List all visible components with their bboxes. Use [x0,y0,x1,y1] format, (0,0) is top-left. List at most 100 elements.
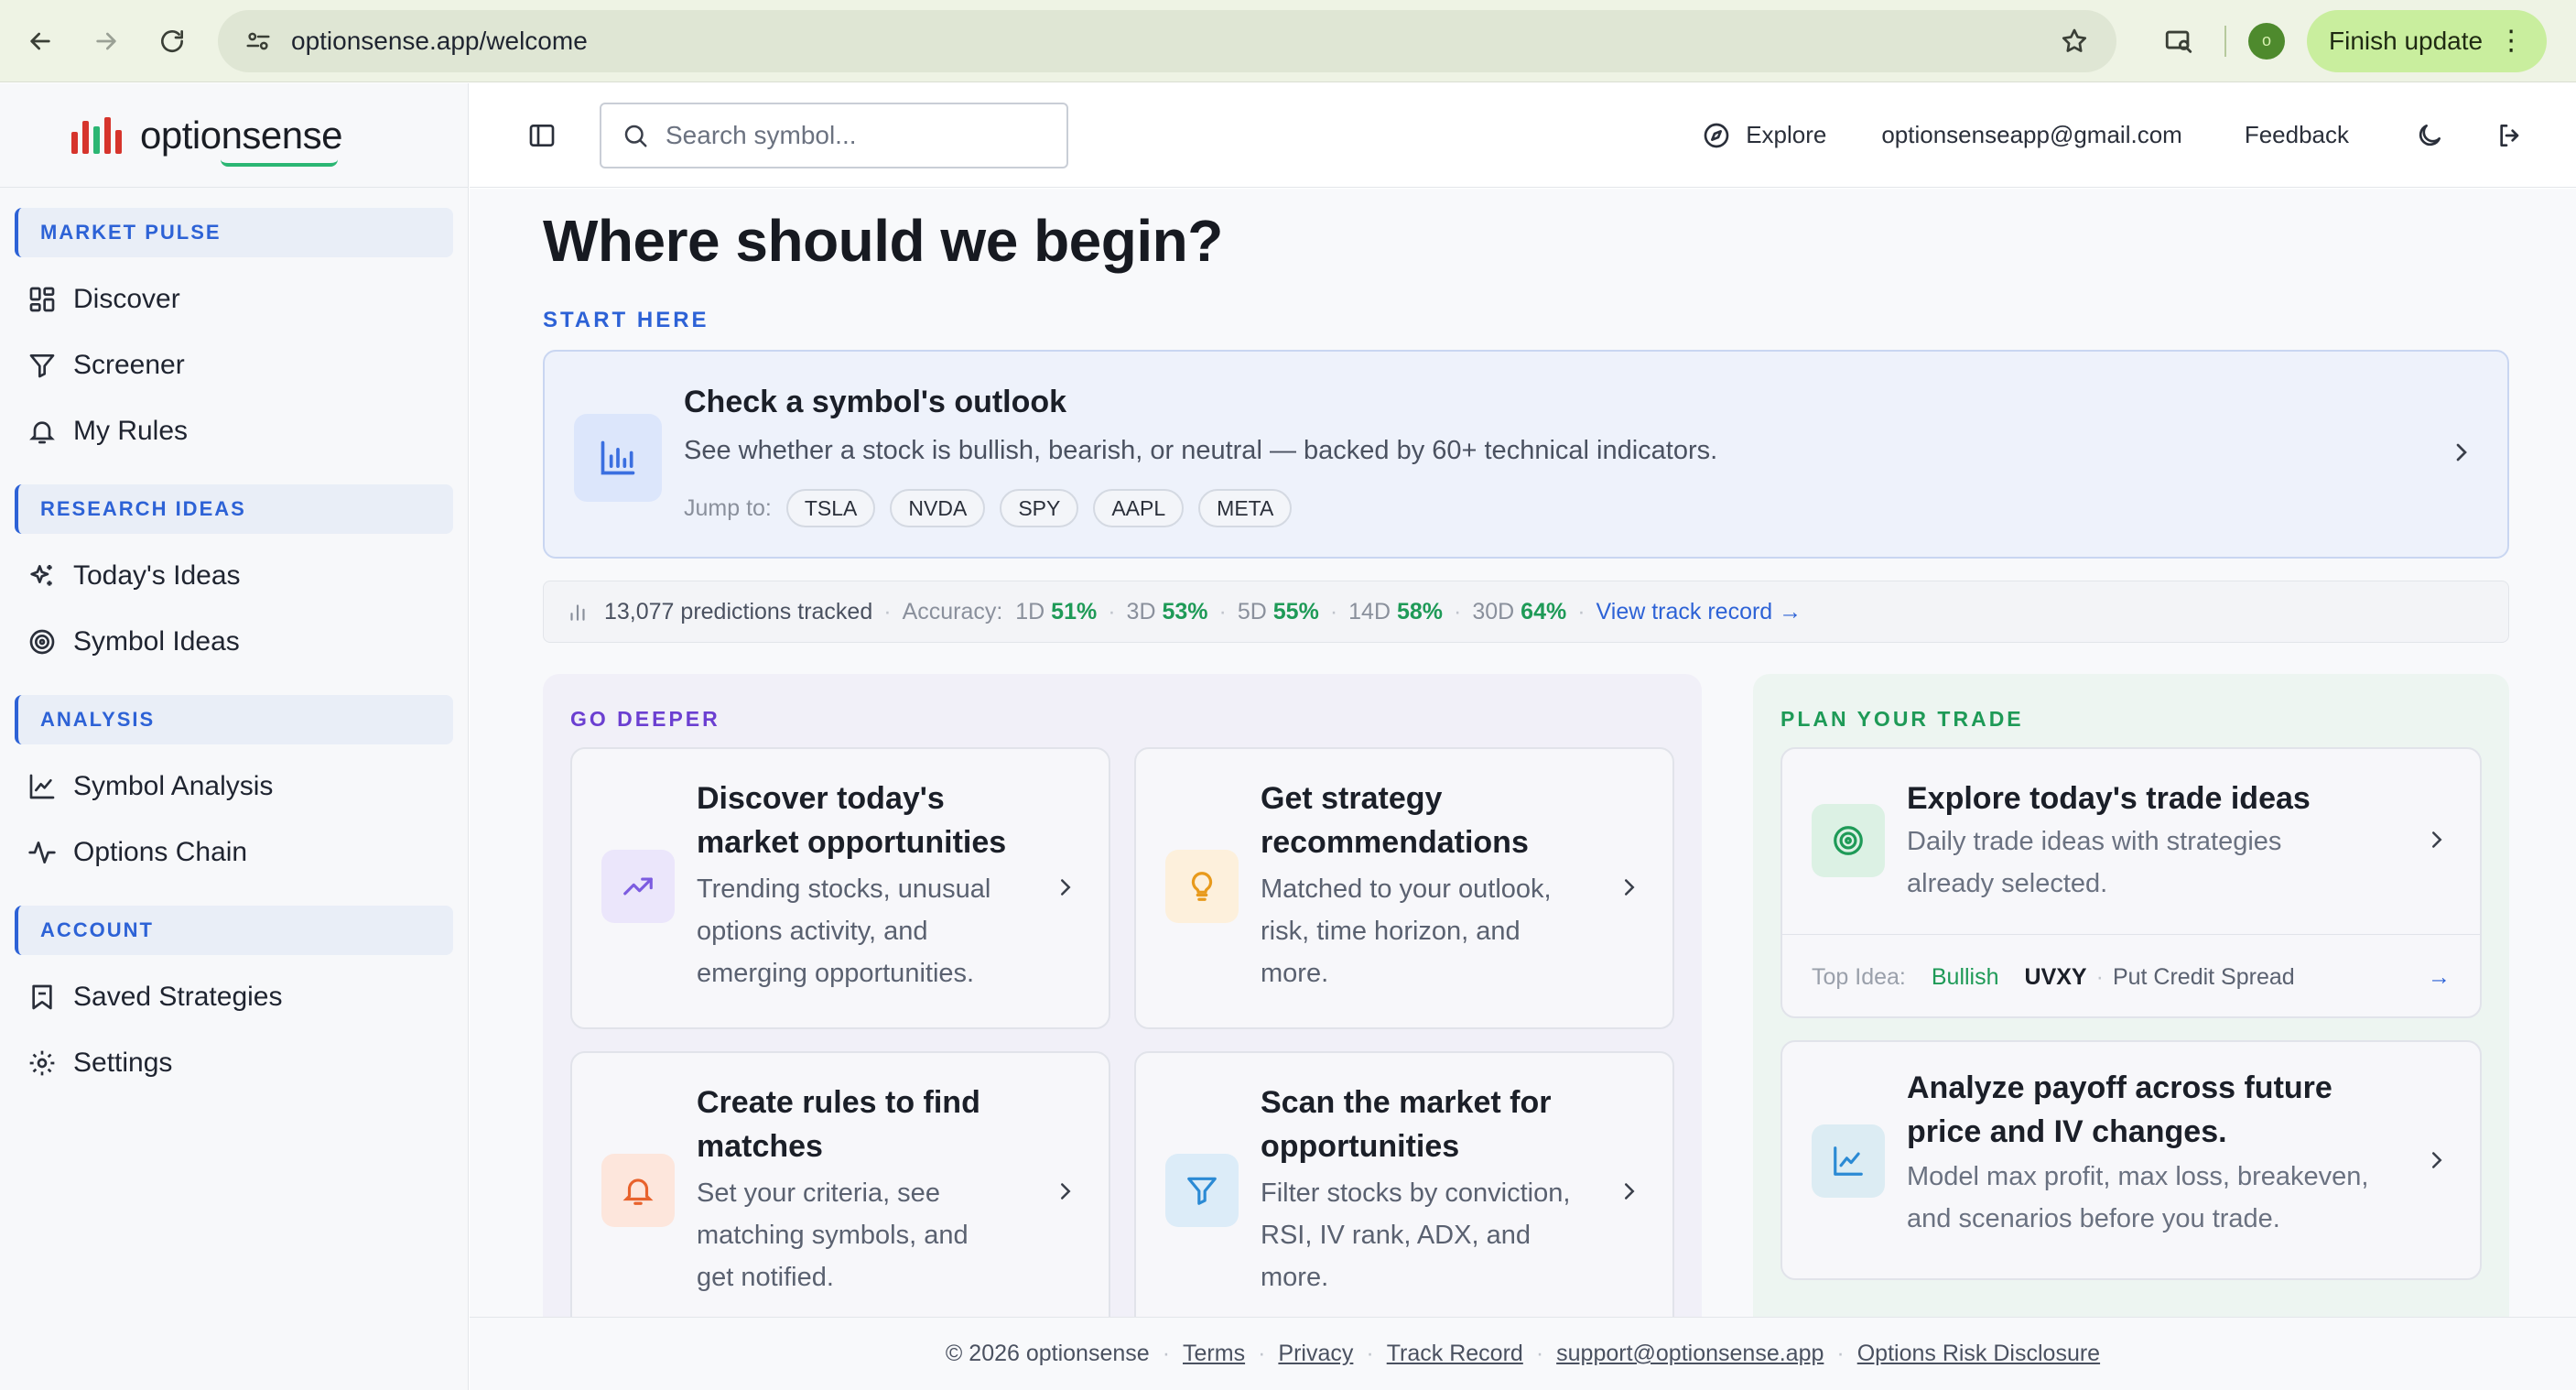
prediction-stats-bar: 13,077 predictions tracked · Accuracy: 1… [543,581,2509,643]
horizon-accuracy: 55% [1272,598,1319,624]
view-track-record-link[interactable]: View track record → [1596,599,1802,625]
target-icon [29,629,55,655]
bell-icon [29,421,55,444]
sidebar-panel-icon[interactable] [519,113,565,158]
footer-link-privacy[interactable]: Privacy [1278,1341,1353,1367]
bookmark-icon [32,984,52,1010]
payoff-analysis-card[interactable]: Analyze payoff across future price and IV… [1780,1040,2482,1280]
filter-funnel-icon [1165,1154,1239,1227]
horizon-label: 1D [1015,598,1045,624]
bookmark-star-icon[interactable] [2056,23,2093,60]
footer-link-support-email[interactable]: support@optionsense.app [1556,1341,1824,1367]
sidebar-item-options-chain[interactable]: Options Chain [0,820,468,885]
address-bar[interactable]: optionsense.app/welcome [218,9,2116,72]
sidebar-item-label: Screener [73,350,185,380]
horizon-label: 5D [1237,598,1267,624]
main-content: Where should we begin? START HERE Check … [470,189,2576,1317]
card-description: Matched to your outlook, risk, time horiz… [1261,874,1552,988]
outlook-subtitle: See whether a stock is bullish, bearish,… [684,436,1718,465]
card-title: Analyze payoff across future price and IV… [1907,1070,2332,1149]
compass-icon [1704,123,1729,147]
logo[interactable]: optionsense [0,83,468,188]
start-here-label: START HERE [543,308,709,332]
sidebar-item-label: Today's Ideas [73,560,241,591]
jump-to-label: Jump to: [684,494,772,521]
grid-icon [29,287,55,312]
chevron-right-icon [1616,874,1643,906]
forward-arrow-icon[interactable] [81,16,132,67]
scan-market-card[interactable]: Scan the market for opportunities Filter … [1134,1051,1674,1317]
trade-ideas-card[interactable]: Explore today's trade ideas Daily trade … [1780,747,2482,1018]
symbol-chip[interactable]: AAPL [1093,489,1185,527]
sidebar-item-todays-ideas[interactable]: Today's Ideas [0,543,468,609]
sidebar-item-symbol-analysis[interactable]: Symbol Analysis [0,754,468,820]
search-icon [624,125,647,147]
arrow-right-icon[interactable]: → [2428,964,2451,991]
section-market-pulse: MARKET PULSE [15,208,453,257]
footer: © 2026 optionsense · Terms · Privacy · T… [470,1317,2576,1390]
sidebar-item-label: Discover [73,284,180,314]
bell-icon [601,1154,675,1227]
sidebar-item-my-rules[interactable]: My Rules [0,398,468,464]
card-title: Explore today's trade ideas [1907,781,2311,816]
back-arrow-icon[interactable] [15,16,66,67]
symbol-chip[interactable]: NVDA [890,489,986,527]
horizon-accuracy: 53% [1162,598,1208,624]
sidebar-item-screener[interactable]: Screener [0,332,468,398]
sidebar-item-symbol-ideas[interactable]: Symbol Ideas [0,609,468,675]
lightbulb-icon [1165,850,1239,923]
reload-icon[interactable] [146,16,198,67]
strategy-recommendations-card[interactable]: Get strategy recommendations Matched to y… [1134,747,1674,1029]
card-title: Discover today's market opportunities [697,781,1007,860]
symbol-chip[interactable]: META [1198,489,1293,527]
logo-text: optionsense [140,114,343,167]
trending-up-icon [601,850,675,923]
horizon-accuracy: 64% [1521,598,1567,624]
horizon-label: 30D [1472,598,1515,624]
horizon-label: 14D [1348,598,1391,624]
lens-search-icon[interactable] [2155,17,2203,65]
sparkles-icon [30,565,52,586]
moon-icon[interactable] [2411,117,2448,154]
plan-trade-label: PLAN YOUR TRADE [1780,707,2024,731]
search-box[interactable] [600,102,1068,168]
plan-your-trade-panel: PLAN YOUR TRADE Explore today's trade id… [1753,674,2509,1317]
feedback-link[interactable]: Feedback [2245,121,2349,149]
bar-chart-icon [574,414,662,502]
sidebar-item-settings[interactable]: Settings [0,1030,468,1096]
sidebar-item-label: Settings [73,1048,173,1078]
profile-avatar[interactable]: o [2248,22,2285,60]
logout-icon[interactable] [2492,117,2528,154]
symbol-chip[interactable]: SPY [1000,489,1079,527]
kebab-menu-icon[interactable]: ⋮ [2497,27,2525,55]
discover-opportunities-card[interactable]: Discover today's market opportunities Tre… [570,747,1110,1029]
footer-link-risk-disclosure[interactable]: Options Risk Disclosure [1857,1341,2100,1367]
sidebar-item-discover[interactable]: Discover [0,266,468,332]
card-title: Get strategy recommendations [1261,781,1529,860]
symbol-chip[interactable]: TSLA [785,489,876,527]
chevron-right-icon [2447,438,2476,472]
search-input[interactable] [666,120,1032,150]
finish-update-button[interactable]: Finish update ⋮ [2307,9,2548,72]
footer-link-track-record[interactable]: Track Record [1387,1341,1523,1367]
create-rules-card[interactable]: Create rules to find matches Set your cri… [570,1051,1110,1317]
chevron-right-icon [1052,874,1079,906]
explore-label: Explore [1746,121,1827,148]
sidebar-item-saved-strategies[interactable]: Saved Strategies [0,964,468,1030]
account-email[interactable]: optionsenseapp@gmail.com [1881,121,2181,149]
section-analysis: ANALYSIS [15,695,453,744]
footer-link-terms[interactable]: Terms [1183,1341,1245,1367]
top-idea-bias: Bullish [1931,964,1999,990]
symbol-outlook-card[interactable]: Check a symbol's outlook See whether a s… [543,350,2509,559]
sidebar-item-label: Saved Strategies [73,982,283,1012]
section-research-ideas: RESEARCH IDEAS [15,484,453,534]
url-text[interactable]: optionsense.app/welcome [291,27,2056,56]
chevron-right-icon [1616,1178,1643,1210]
card-divider [1782,934,2480,935]
line-chart-icon [1812,1124,1885,1198]
predictions-tracked: 13,077 predictions tracked [604,598,873,624]
site-settings-icon[interactable] [242,25,275,58]
top-idea-row[interactable]: Top Idea: Bullish UVXY · Put Credit Spre… [1812,964,2451,991]
explore-link[interactable]: Explore [1702,121,1826,150]
section-account: ACCOUNT [15,906,453,955]
